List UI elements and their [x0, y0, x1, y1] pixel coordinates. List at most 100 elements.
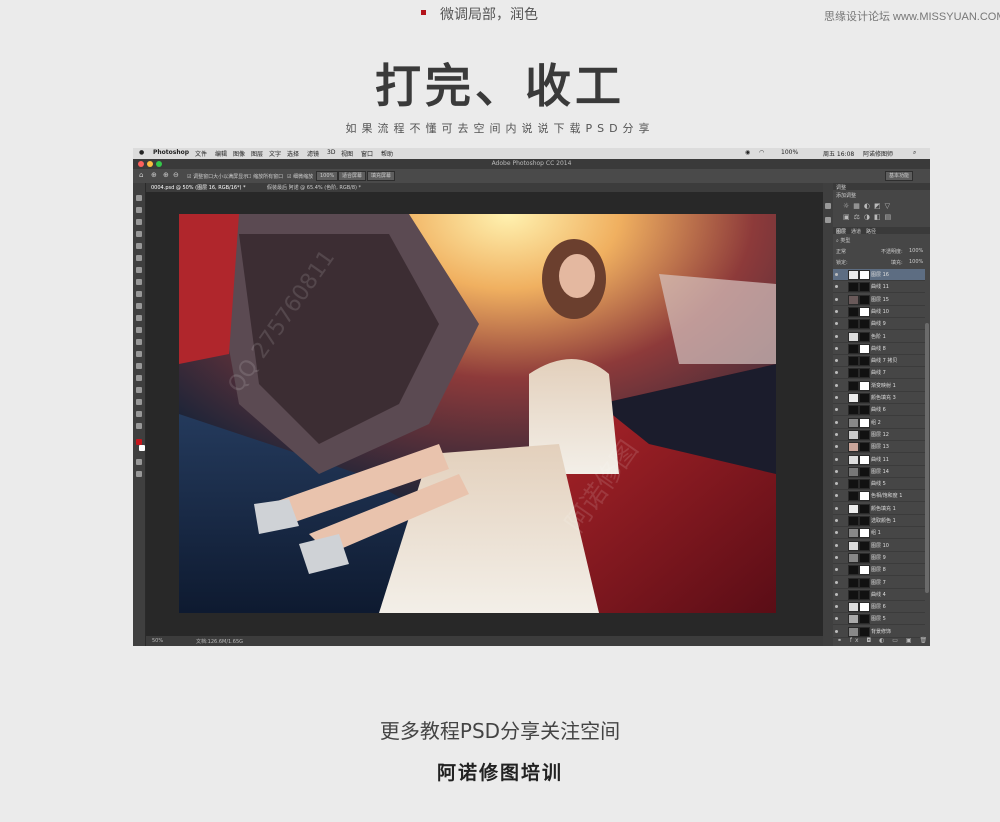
layer-row[interactable]: 图层 5 [833, 613, 925, 626]
marquee-tool-icon[interactable] [136, 207, 142, 213]
layer-row[interactable]: 图层 10 [833, 540, 925, 552]
layer-mask-thumbnail[interactable] [859, 393, 870, 403]
layer-mask-thumbnail[interactable] [859, 454, 870, 465]
eye-icon[interactable] [835, 519, 838, 522]
layer-row[interactable]: 颜色填充 3 [833, 392, 925, 404]
eye-icon[interactable] [835, 629, 838, 633]
layer-row[interactable]: 曲线 5 [833, 478, 925, 491]
menu-3d[interactable]: 3D [327, 149, 335, 156]
screen-mode-icon[interactable] [136, 471, 142, 477]
layer-mask-thumbnail[interactable] [859, 516, 870, 526]
eye-icon[interactable] [835, 420, 838, 424]
eye-icon[interactable] [835, 383, 838, 387]
layer-row[interactable]: 色阶 1 [833, 331, 925, 343]
user-name[interactable]: 阿诺修图师 [863, 149, 893, 158]
background-color-swatch[interactable] [139, 445, 145, 451]
path-select-tool-icon[interactable] [136, 387, 142, 393]
layer-row[interactable]: 图层 9 [833, 552, 925, 564]
layer-mask-thumbnail[interactable] [859, 331, 870, 342]
tab-layers[interactable]: 图层 [836, 228, 846, 235]
menu-select[interactable]: 选择 [287, 149, 299, 158]
eye-icon[interactable] [835, 457, 838, 461]
stamp-tool-icon[interactable] [136, 291, 142, 297]
eye-icon[interactable] [835, 445, 838, 449]
fill-screen-button[interactable]: 填充屏幕 [367, 171, 396, 181]
layer-row[interactable]: 曲线 9 [833, 318, 925, 331]
menu-view[interactable]: 视图 [341, 149, 353, 158]
home-icon[interactable]: ⌂ [139, 171, 143, 179]
layer-mask-thumbnail[interactable] [859, 589, 870, 600]
resize-windows-checkbox[interactable]: ☑ 调整窗口大小以满屏显示 [187, 173, 248, 180]
layer-row[interactable]: 曲线 6 [833, 404, 925, 417]
layer-row[interactable]: 曲线 7 [833, 367, 925, 380]
tab-channels[interactable]: 通道 [851, 228, 861, 235]
menu-filter[interactable]: 滤镜 [307, 149, 319, 158]
layer-mask-thumbnail[interactable] [859, 466, 870, 477]
menu-window[interactable]: 窗口 [361, 149, 373, 158]
layer-row[interactable]: 图层 12 [833, 429, 925, 441]
gradient-tool-icon[interactable] [136, 327, 142, 333]
search-icon[interactable]: ⌕ [913, 149, 916, 157]
layer-mask-thumbnail[interactable] [859, 491, 870, 502]
eyedropper-tool-icon[interactable] [136, 255, 142, 261]
layer-mask-thumbnail[interactable] [859, 540, 870, 551]
eye-icon[interactable] [835, 482, 838, 486]
layer-kind-filter[interactable]: ⌕ 类型 [836, 237, 850, 244]
eye-icon[interactable] [835, 297, 838, 301]
type-tool-icon[interactable] [136, 375, 142, 381]
zoom-tool-icon[interactable]: ⊕ [151, 171, 157, 179]
menu-file[interactable]: 文件 [195, 149, 207, 158]
layer-mask-thumbnail[interactable] [859, 380, 870, 391]
pen-tool-icon[interactable] [136, 363, 142, 369]
layer-row[interactable]: 背景修饰 [833, 626, 925, 638]
layer-row[interactable]: 组 1 [833, 527, 925, 540]
layer-mask-thumbnail[interactable] [859, 565, 870, 576]
wechat-icon[interactable]: ◉ [745, 149, 750, 156]
eye-icon[interactable] [835, 605, 838, 609]
layer-row[interactable]: 颜色填充 1 [833, 503, 925, 515]
properties-panel-icon[interactable] [825, 217, 831, 223]
layer-row[interactable]: 曲线 11 [833, 454, 925, 466]
layer-row[interactable]: 图层 16 [833, 269, 925, 281]
eye-icon[interactable] [835, 568, 838, 572]
document-tab[interactable]: 假装最后 阿诺 @ 65.4% (色阶, RGB/8) * [267, 184, 361, 191]
layer-mask-thumbnail[interactable] [859, 602, 870, 613]
eye-icon[interactable] [835, 543, 838, 547]
layer-mask-thumbnail[interactable] [859, 282, 870, 293]
move-tool-icon[interactable] [136, 195, 142, 201]
history-panel-icon[interactable] [825, 203, 831, 209]
layer-row[interactable]: 图层 14 [833, 466, 925, 478]
zoom-tool-icon[interactable] [136, 423, 142, 429]
wifi-icon[interactable]: ◠ [759, 149, 764, 156]
adjustment-icons[interactable]: ☼▦◐◩▽ ▣⚖◑◧▤ [843, 201, 923, 223]
opacity-value[interactable]: 100% [909, 248, 923, 254]
layer-mask-thumbnail[interactable] [859, 503, 870, 514]
eye-icon[interactable] [835, 592, 838, 596]
quick-select-tool-icon[interactable] [136, 231, 142, 237]
healing-tool-icon[interactable] [136, 267, 142, 273]
layer-row[interactable]: 图层 13 [833, 441, 925, 454]
layer-row[interactable]: 曲线 11 [833, 281, 925, 294]
document-photo[interactable]: QQ 275760811 阿诺修图 [179, 214, 776, 613]
layer-row[interactable]: 图层 6 [833, 601, 925, 614]
dodge-tool-icon[interactable] [136, 351, 142, 357]
layer-mask-thumbnail[interactable] [859, 270, 870, 280]
layer-mask-thumbnail[interactable] [859, 294, 870, 305]
zoom-out-icon[interactable]: ⊖ [173, 171, 179, 179]
apple-icon[interactable]: ● [139, 149, 144, 156]
tab-adjustments[interactable]: 调整 [836, 184, 846, 191]
layer-mask-thumbnail[interactable] [859, 368, 870, 379]
layer-row[interactable]: 色相/饱和度 1 [833, 490, 925, 503]
layer-row[interactable]: 曲线 10 [833, 306, 925, 318]
layer-mask-thumbnail[interactable] [859, 577, 870, 588]
fill-value[interactable]: 100% [909, 259, 923, 265]
tab-paths[interactable]: 路径 [866, 228, 876, 235]
eye-icon[interactable] [835, 346, 838, 350]
fit-screen-button[interactable]: 适合屏幕 [338, 171, 367, 181]
shape-tool-icon[interactable] [136, 399, 142, 405]
eye-icon[interactable] [835, 432, 838, 436]
layer-row[interactable]: 渐变映射 1 [833, 380, 925, 392]
eye-icon[interactable] [835, 506, 838, 510]
layer-row[interactable]: 曲线 8 [833, 343, 925, 355]
eye-icon[interactable] [835, 617, 838, 621]
